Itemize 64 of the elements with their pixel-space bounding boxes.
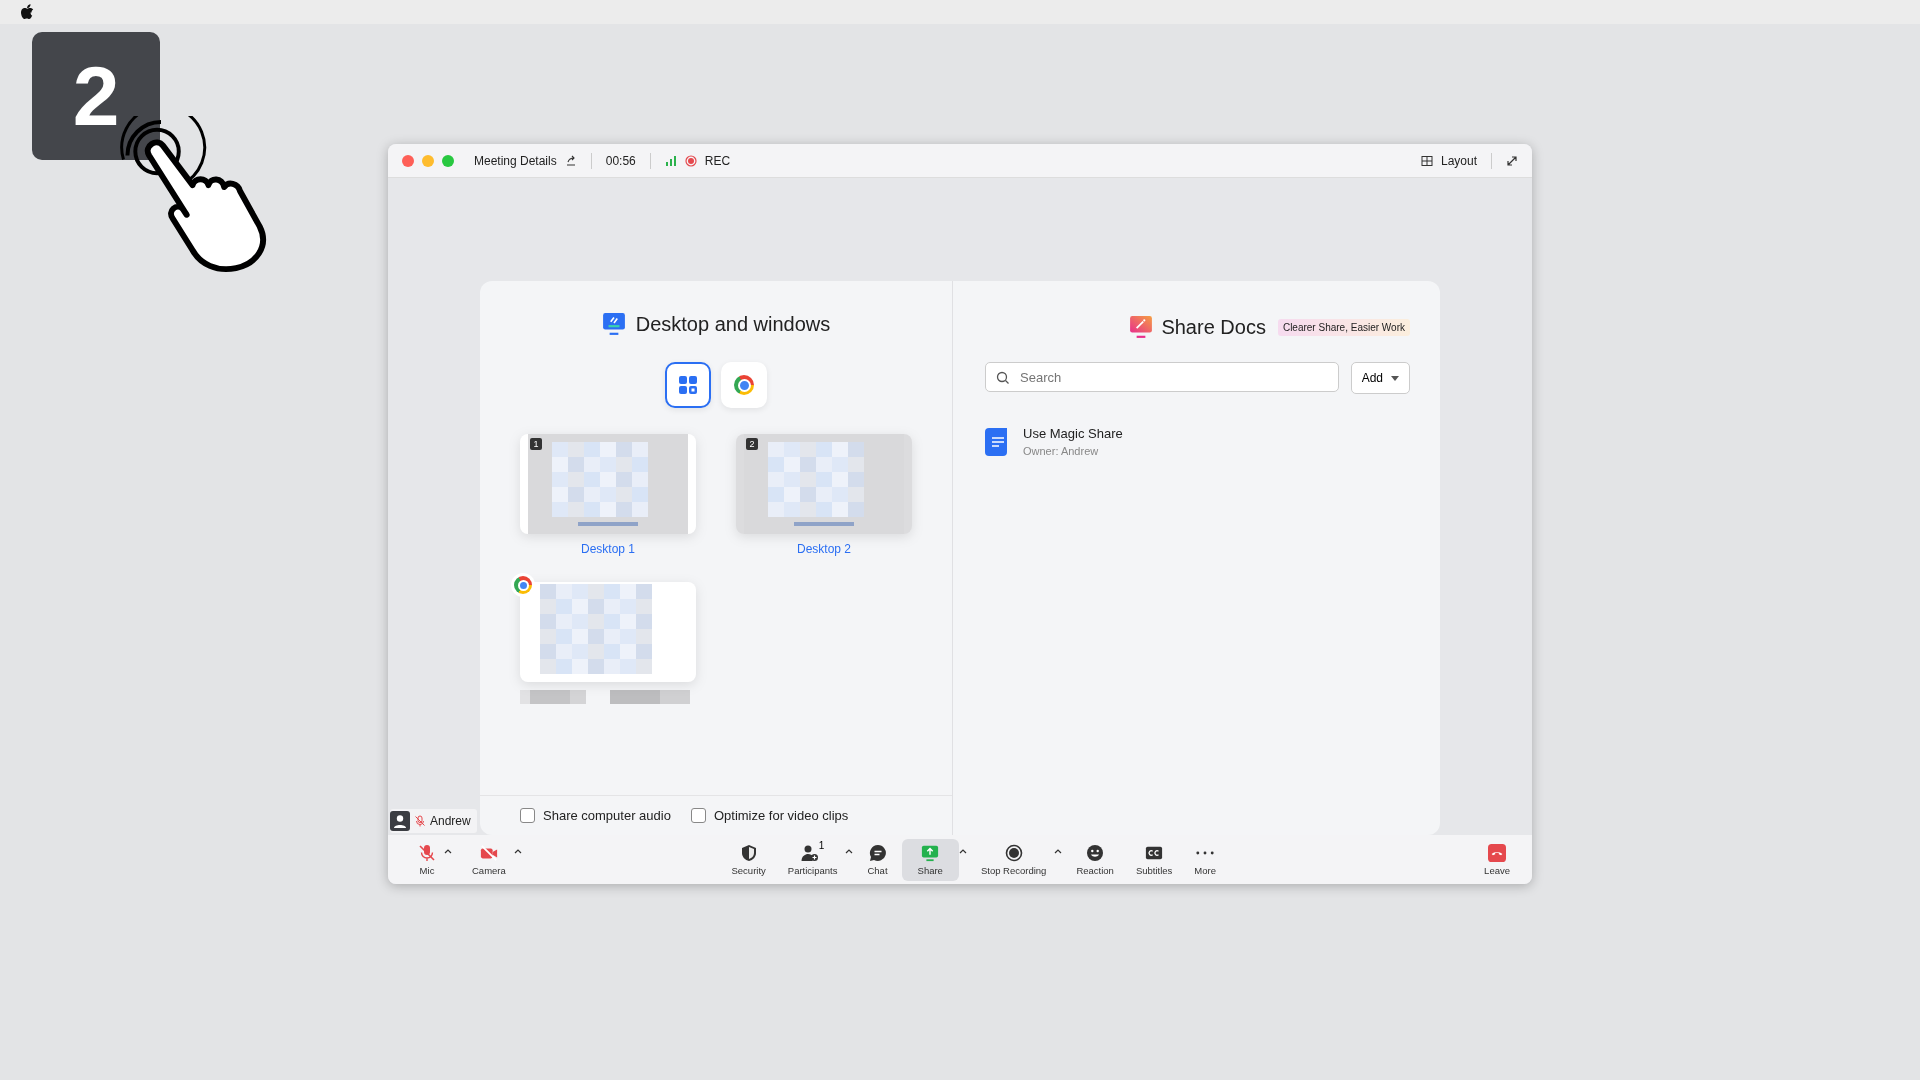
desktop-number: 1 xyxy=(530,438,542,450)
participant-count: 1 xyxy=(818,839,825,851)
document-title[interactable]: Use Magic Share xyxy=(1023,426,1123,441)
browser-icon xyxy=(734,375,754,395)
add-button[interactable]: Add xyxy=(1350,362,1410,394)
filter-tab[interactable] xyxy=(721,362,767,408)
step-badge: 2 xyxy=(32,32,160,160)
option-label[interactable]: Optimize for video clips xyxy=(713,808,849,823)
document-owner: Owner: Andrew xyxy=(1023,445,1100,457)
share-screen-icon xyxy=(921,843,940,862)
toolbar-button[interactable]: Stop Recording xyxy=(972,838,1055,881)
participants-icon xyxy=(800,843,819,862)
toolbar-button[interactable]: Camera xyxy=(464,838,514,881)
checkbox[interactable] xyxy=(690,808,706,823)
chat-icon xyxy=(868,843,887,862)
magic-wand-icon xyxy=(1129,315,1154,339)
record-icon xyxy=(684,154,697,167)
search-field[interactable]: Search xyxy=(985,362,1339,392)
toolbar-button[interactable]: Mic xyxy=(410,838,444,881)
layout-button[interactable]: Layout xyxy=(1440,153,1477,168)
caret-icon[interactable] xyxy=(513,848,522,854)
apple-icon[interactable] xyxy=(20,4,34,20)
more-icon xyxy=(1196,850,1215,855)
close-button[interactable] xyxy=(402,154,414,167)
meeting-timer: 00:56 xyxy=(605,153,636,168)
caret-icon[interactable] xyxy=(958,848,967,854)
grid-icon xyxy=(678,375,698,395)
filter-tab[interactable] xyxy=(665,362,711,408)
caret-icon xyxy=(1391,375,1399,381)
browser-icon xyxy=(514,576,532,594)
share-icon[interactable] xyxy=(564,154,577,167)
caret-icon[interactable] xyxy=(1054,848,1063,854)
shield-icon xyxy=(739,843,758,862)
participant-name: Andrew xyxy=(430,814,471,828)
caret-icon[interactable] xyxy=(845,848,854,854)
meeting-details-link[interactable]: Meeting Details xyxy=(474,153,557,168)
desktop-label[interactable]: Desktop 1 xyxy=(581,542,635,556)
desktop-number: 2 xyxy=(746,438,758,450)
leave-button[interactable]: Leave xyxy=(1476,838,1518,881)
desktop-label[interactable]: Desktop 2 xyxy=(797,542,851,556)
camera-off-icon xyxy=(479,843,498,862)
section-title: Share Docs xyxy=(1161,315,1266,339)
toolbar-button[interactable]: 1 Participants xyxy=(779,838,846,881)
option-label[interactable]: Share computer audio xyxy=(543,808,671,823)
toolbar-button[interactable]: Share xyxy=(901,838,959,881)
toolbar-button[interactable]: Reaction xyxy=(1068,838,1122,881)
checkbox[interactable] xyxy=(520,808,535,823)
smiley-icon xyxy=(1086,843,1105,862)
recording-label: REC xyxy=(704,153,731,168)
toolbar-button[interactable]: Chat xyxy=(859,838,896,881)
toolbar-button[interactable]: More xyxy=(1186,838,1224,881)
fullscreen-icon[interactable] xyxy=(1506,154,1518,167)
caret-icon[interactable] xyxy=(444,848,452,854)
stop-record-icon xyxy=(1004,843,1023,862)
section-title: Desktop and windows xyxy=(635,312,831,336)
promo-tag: Clearer Share, Easier Work xyxy=(1277,318,1410,336)
muted-mic-icon xyxy=(418,843,436,862)
toolbar-button[interactable]: Subtitles xyxy=(1127,838,1181,881)
toolbar-button[interactable]: Security xyxy=(723,838,774,881)
search-icon xyxy=(996,371,1010,385)
layout-icon[interactable] xyxy=(1420,154,1433,167)
hang-up-icon xyxy=(1488,843,1507,862)
signal-icon xyxy=(664,154,677,167)
monitor-icon xyxy=(601,312,626,336)
